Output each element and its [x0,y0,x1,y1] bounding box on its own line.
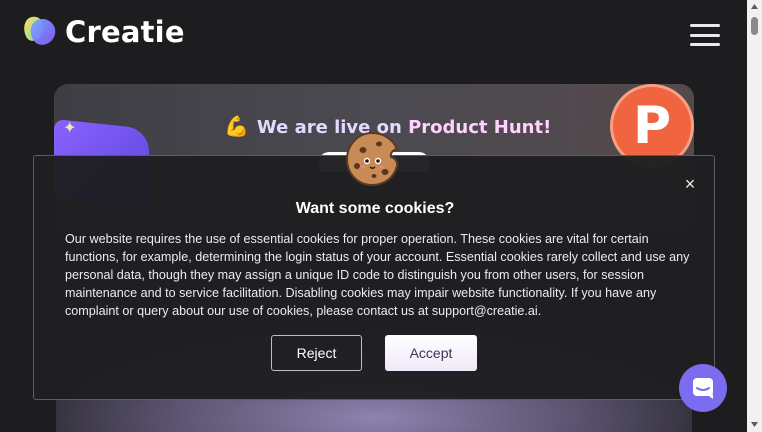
cookie-icon [345,131,399,187]
brand-name: Creatie [65,15,185,49]
scroll-up-arrow-icon[interactable] [750,3,759,11]
dialog-title: Want some cookies? [295,200,455,217]
scroll-down-arrow-icon[interactable] [750,420,759,428]
vertical-scrollbar[interactable] [747,0,762,432]
cookie-consent-dialog: × Want some cookies? Our website require… [33,131,715,400]
menu-line [690,24,720,27]
site-header: Creatie [0,0,747,66]
brand-logo[interactable]: Creatie [23,14,185,50]
hamburger-menu-icon[interactable] [690,24,720,46]
banner-title-highlight: Product Hunt! [408,117,552,138]
menu-line [690,43,720,46]
chat-launcher-button[interactable] [679,364,727,412]
reject-button[interactable]: Reject [271,335,362,371]
close-icon[interactable]: × [680,174,700,194]
page-viewport: Creatie ✦ 💪 We are live on Product Hunt! … [0,0,747,432]
dialog-body-text: Our website requires the use of essentia… [65,232,690,318]
creatie-logo-icon [24,16,56,45]
chat-bubble-icon [693,378,713,399]
flexed-biceps-icon: 💪 [224,114,249,138]
menu-line [690,33,720,37]
product-hunt-letter: P [632,96,672,156]
sparkle-icon: ✦ [63,120,77,137]
accept-button[interactable]: Accept [385,335,477,371]
scrollbar-thumb[interactable] [751,17,758,35]
